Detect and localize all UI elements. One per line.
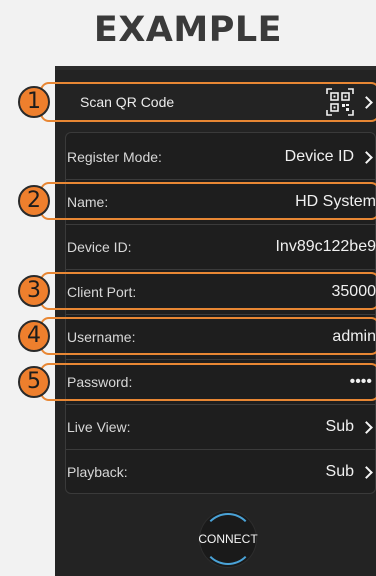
- step-badge-5: 5: [18, 366, 50, 398]
- page-heading: EXAMPLE: [93, 10, 283, 50]
- device-id-value[interactable]: Inv89c122be9: [275, 238, 376, 256]
- highlight-username: [40, 317, 376, 355]
- step-badge-1: 1: [18, 86, 50, 118]
- top-bar: [55, 66, 376, 70]
- connect-button[interactable]: CONNECT: [198, 511, 258, 567]
- step-badge-4: 4: [18, 320, 50, 352]
- highlight-scan-qr: [40, 82, 376, 122]
- register-mode-value: Device ID: [284, 148, 354, 165]
- chevron-right-icon: [360, 150, 373, 164]
- playback-row[interactable]: Playback: Sub: [66, 450, 376, 494]
- register-mode-label: Register Mode:: [67, 149, 162, 165]
- highlight-client-port: [40, 272, 376, 310]
- playback-value: Sub: [325, 463, 354, 480]
- register-mode-row[interactable]: Register Mode: Device ID: [66, 135, 376, 179]
- chevron-right-icon: [360, 465, 373, 479]
- live-view-row[interactable]: Live View: Sub: [66, 405, 376, 449]
- step-badge-3: 3: [18, 275, 50, 307]
- device-id-row[interactable]: Device ID: Inv89c122be9: [66, 225, 376, 269]
- highlight-password: [40, 363, 376, 401]
- live-view-value: Sub: [325, 418, 354, 435]
- device-id-label: Device ID:: [67, 239, 132, 255]
- highlight-name: [40, 182, 376, 220]
- playback-label: Playback:: [67, 464, 128, 480]
- connect-ring-bottom: [202, 513, 254, 565]
- live-view-label: Live View:: [67, 419, 131, 435]
- step-badge-2: 2: [18, 185, 50, 217]
- chevron-right-icon: [360, 420, 373, 434]
